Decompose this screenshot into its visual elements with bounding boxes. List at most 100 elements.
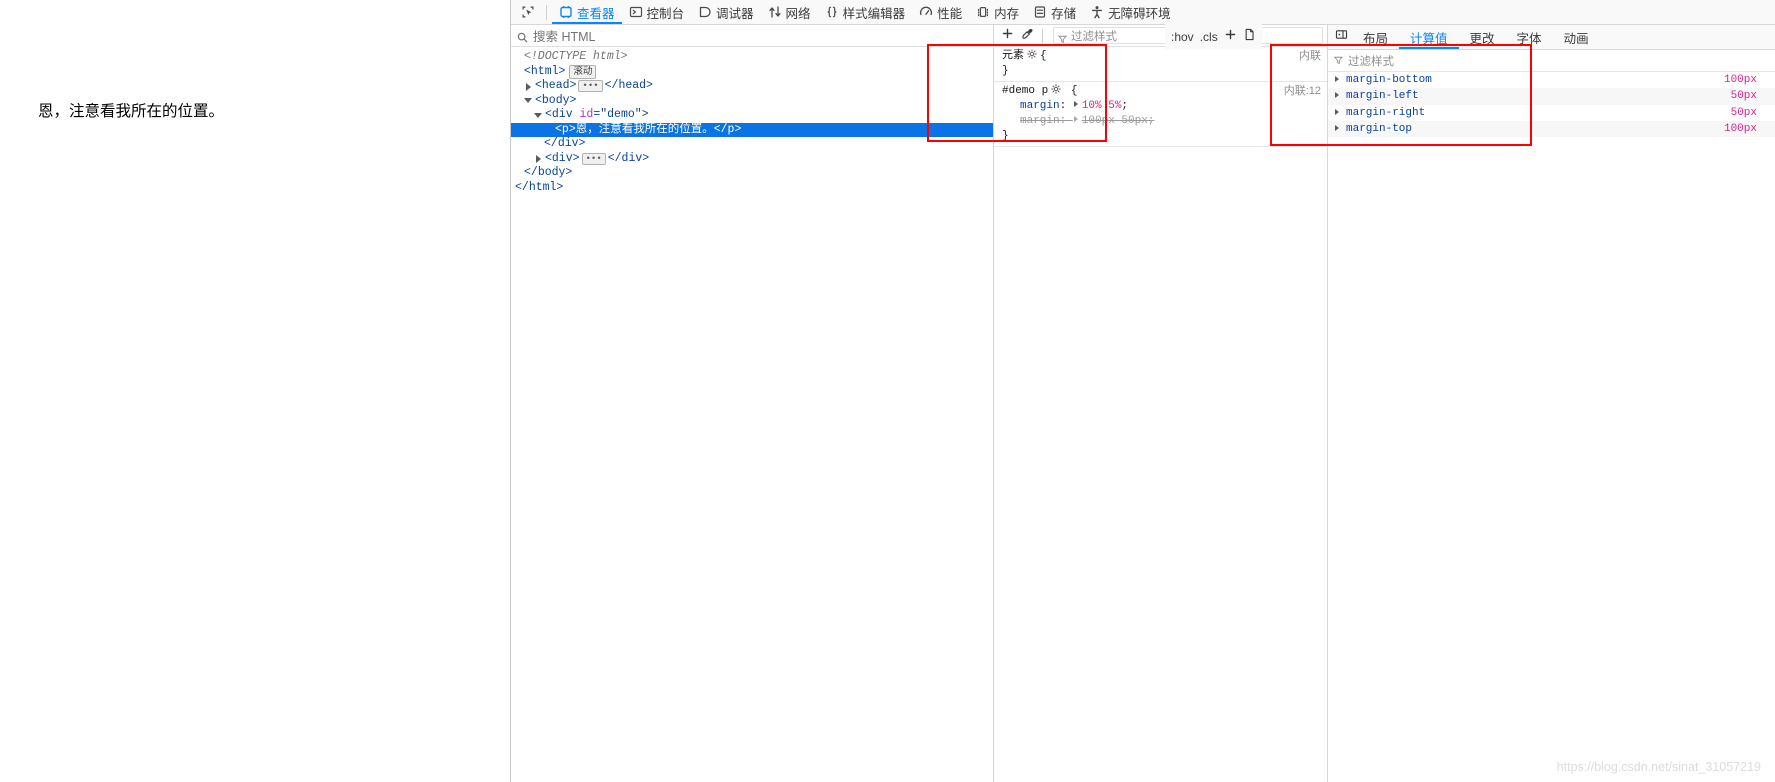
declaration-property[interactable]: margin xyxy=(1020,115,1060,127)
computed-row-margin-left[interactable]: margin-left 50px xyxy=(1328,88,1775,105)
page-paragraph-text: 恩，注意看我所在的位置。 xyxy=(38,103,225,120)
tab-memory[interactable]: 内存 xyxy=(969,0,1026,24)
rule-origin-inline-12[interactable]: 内联:12 xyxy=(1284,84,1321,99)
rules-toolbar-divider xyxy=(1042,28,1043,43)
tab-animations[interactable]: 动画 xyxy=(1553,25,1600,49)
chevron-right-icon[interactable] xyxy=(1334,125,1342,133)
computed-properties-list: margin-bottom 100px margin-left 50px mar… xyxy=(1328,72,1775,782)
rule-close-brace: } xyxy=(1002,65,1009,77)
split-view-icon xyxy=(1335,28,1348,46)
tab-fonts-label: 字体 xyxy=(1516,31,1542,46)
dom-node-div-second[interactable]: <div> ••• </div> xyxy=(511,152,993,167)
tab-network[interactable]: 网络 xyxy=(761,0,818,24)
ellipsis-icon[interactable]: ••• xyxy=(581,152,606,165)
devtools-body: 搜索 HTML <!DOCTYPE html> <html> 滚动 <head> •… xyxy=(511,25,1775,782)
tab-accessibility[interactable]: 无障碍环境 xyxy=(1083,0,1178,24)
dom-node-html-close[interactable]: </html> xyxy=(511,181,993,196)
computed-row-margin-bottom[interactable]: margin-bottom 100px xyxy=(1328,72,1775,88)
document-icon[interactable] xyxy=(1243,28,1256,46)
chevron-down-icon[interactable] xyxy=(524,96,533,105)
chevron-down-icon[interactable] xyxy=(534,111,543,120)
rule-selector-element[interactable]: 元素 xyxy=(1002,50,1024,62)
chevron-right-icon[interactable] xyxy=(1334,108,1342,117)
rule-demo-p[interactable]: 内联:12 #demo p { margin: 10% 5%; margin: … xyxy=(994,82,1327,147)
color-picker-button[interactable] xyxy=(1018,27,1036,45)
declaration-value[interactable]: 100px 50px xyxy=(1082,115,1148,127)
declaration-margin-overridden[interactable]: margin: 100px 50px; xyxy=(1002,114,1327,129)
cls-button[interactable]: .cls xyxy=(1200,30,1218,44)
computed-row-margin-right[interactable]: margin-right 50px xyxy=(1328,105,1775,121)
add-rule-button[interactable] xyxy=(998,27,1016,45)
tab-performance[interactable]: 性能 xyxy=(912,0,969,24)
div2-close-tag: </div> xyxy=(607,151,650,165)
ellipsis-icon[interactable]: ••• xyxy=(578,80,603,93)
gear-icon[interactable] xyxy=(1027,49,1037,59)
funnel-icon xyxy=(1333,52,1344,70)
dom-node-body-close[interactable]: </body> xyxy=(511,166,993,181)
dom-node-div-demo[interactable]: <div id = "demo" > xyxy=(511,108,993,123)
html-search-bar[interactable]: 搜索 HTML xyxy=(511,25,993,47)
dom-tree[interactable]: <!DOCTYPE html> <html> 滚动 <head> ••• </head… xyxy=(511,47,993,782)
dom-node-head[interactable]: <head> ••• </head> xyxy=(511,79,993,94)
div-open-tag: <div xyxy=(545,108,573,121)
inspector-icon xyxy=(559,5,573,19)
chevron-right-icon[interactable] xyxy=(534,154,543,164)
dom-node-doctype[interactable]: <!DOCTYPE html> xyxy=(511,50,993,65)
attr-name-id[interactable]: id xyxy=(580,108,594,123)
tab-console[interactable]: 控制台 xyxy=(622,0,692,24)
tab-style-editor-label: 样式编辑器 xyxy=(842,6,906,21)
dom-node-html[interactable]: <html> 滚动 xyxy=(511,65,993,80)
tab-console-label: 控制台 xyxy=(646,6,685,21)
computed-property-name[interactable]: margin-bottom xyxy=(1346,74,1432,86)
declaration-value[interactable]: 10% 5% xyxy=(1082,100,1122,112)
tab-storage[interactable]: 存储 xyxy=(1026,0,1083,24)
chevron-right-icon[interactable] xyxy=(524,82,533,91)
network-icon xyxy=(768,5,782,19)
attr-value-id[interactable]: "demo" xyxy=(600,108,641,123)
toggle-sidebar-button[interactable] xyxy=(1330,28,1352,46)
tab-changes[interactable]: 更改 xyxy=(1459,25,1506,49)
computed-row-margin-top[interactable]: margin-top 100px xyxy=(1328,120,1775,138)
tab-style-editor[interactable]: 样式编辑器 xyxy=(818,0,913,24)
computed-property-name[interactable]: margin-top xyxy=(1346,123,1412,135)
dom-node-div-close[interactable]: </div> xyxy=(511,137,993,152)
computed-filter-placeholder: 过滤样式 xyxy=(1348,55,1394,68)
declaration-property[interactable]: margin xyxy=(1020,100,1060,112)
declaration-margin-active[interactable]: margin: 10% 5%; xyxy=(1002,99,1327,114)
plus-icon[interactable] xyxy=(1224,28,1237,46)
style-editor-icon xyxy=(825,5,839,19)
computed-filter-input[interactable]: 过滤样式 xyxy=(1328,50,1775,72)
search-icon xyxy=(517,30,528,43)
element-picker-icon xyxy=(521,5,535,19)
element-picker-button[interactable] xyxy=(515,0,541,24)
expand-shorthand-icon[interactable] xyxy=(1073,101,1080,108)
tab-computed[interactable]: 计算值 xyxy=(1399,25,1459,49)
html-open-tag: <html> xyxy=(524,64,566,78)
markup-pane: 搜索 HTML <!DOCTYPE html> <html> 滚动 <head> •… xyxy=(511,25,994,782)
tab-inspector[interactable]: 查看器 xyxy=(552,0,622,24)
chevron-right-icon[interactable] xyxy=(1334,76,1342,84)
rule-selector-demo-p[interactable]: #demo p xyxy=(1002,85,1048,97)
tab-accessibility-label: 无障碍环境 xyxy=(1108,6,1171,21)
tab-layout[interactable]: 布局 xyxy=(1352,25,1399,49)
tab-performance-label: 性能 xyxy=(937,6,963,21)
rule-selector-row: 元素{ xyxy=(1002,49,1047,62)
computed-property-name[interactable]: margin-left xyxy=(1346,90,1419,102)
rule-element-inline[interactable]: 内联 元素{ } xyxy=(994,47,1327,82)
tab-debugger[interactable]: 调试器 xyxy=(691,0,761,24)
dom-node-p-selected[interactable]: <p> 恩，注意看我所在的位置。 </p> xyxy=(511,122,993,137)
dom-node-body[interactable]: <body> xyxy=(511,94,993,109)
chevron-right-icon[interactable] xyxy=(1334,92,1342,100)
screenshot-root: 恩，注意看我所在的位置。 查看器 控制台 调试器 网络 样式编辑器 性能 内存 … xyxy=(0,0,1775,782)
hov-button[interactable]: :hov xyxy=(1171,30,1194,44)
computed-property-value: 50px xyxy=(1730,106,1757,119)
rule-origin-inline[interactable]: 内联 xyxy=(1299,49,1321,64)
gear-icon[interactable] xyxy=(1051,84,1061,94)
computed-property-name[interactable]: margin-right xyxy=(1346,107,1425,119)
computed-property-value: 100px xyxy=(1723,123,1757,136)
tab-layout-label: 布局 xyxy=(1363,31,1389,46)
tab-fonts[interactable]: 字体 xyxy=(1506,25,1553,49)
watermark-text: https://blog.csdn.net/sinat_31057219 xyxy=(1556,760,1761,774)
rules-filter-placeholder: 过滤样式 xyxy=(1071,30,1117,43)
expand-shorthand-icon[interactable] xyxy=(1073,116,1080,123)
